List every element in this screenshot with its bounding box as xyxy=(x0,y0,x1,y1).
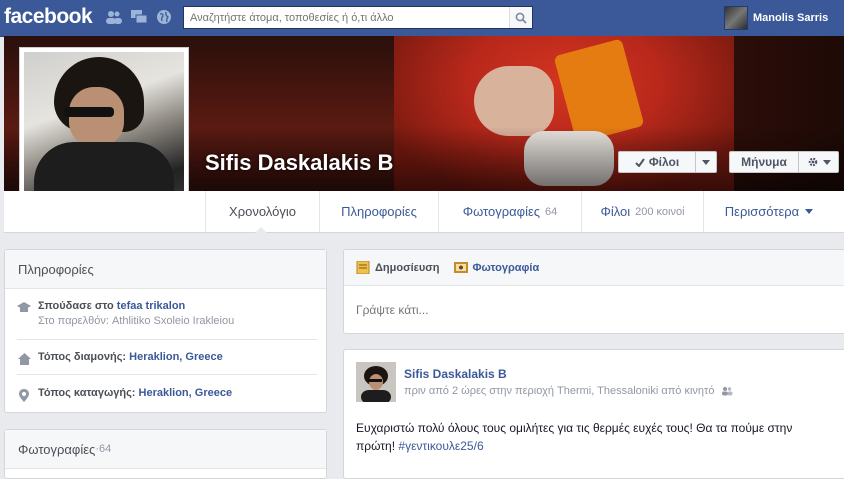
tab-label: Πληροφορίες xyxy=(341,204,417,219)
profile-picture-image xyxy=(24,52,184,211)
messages-icon[interactable] xyxy=(131,9,147,25)
current-city-row: Τόπος διαμονής: Heraklion, Greece xyxy=(17,351,223,366)
about-card: Πληροφορίες Σπούδασε στο tefaa trikalon … xyxy=(4,249,327,413)
profile-picture-shape xyxy=(69,87,124,147)
friends-button-label: Φίλοι xyxy=(648,155,680,169)
user-menu[interactable]: Manolis Sarris xyxy=(724,6,828,30)
current-city-link[interactable]: Heraklion, Greece xyxy=(129,351,223,363)
search-icon xyxy=(515,12,527,24)
tab-label: Περισσότερα xyxy=(724,204,800,219)
friends-button[interactable]: Φίλοι xyxy=(618,151,717,173)
tab-photos[interactable]: Φωτογραφίες 64 xyxy=(438,191,581,232)
post-meta: πριν από 2 ώρες στην περιοχή Thermi, The… xyxy=(404,385,733,397)
current-city-label: Τόπος διαμονής: Heraklion, Greece xyxy=(38,351,223,363)
friends-dropdown-caret[interactable] xyxy=(696,159,716,165)
message-button-group: Μήνυμα xyxy=(729,151,839,173)
photo-icon xyxy=(453,262,468,273)
photos-card: Φωτογραφίες · 64 xyxy=(4,429,327,479)
hometown-row: Τόπος καταγωγής: Heraklion, Greece xyxy=(17,387,232,402)
location-pin-icon xyxy=(17,388,31,402)
post-author-name[interactable]: Sifis Daskalakis B xyxy=(404,367,507,381)
profile-picture-shape xyxy=(64,107,114,117)
settings-dropdown[interactable] xyxy=(799,156,838,168)
user-name[interactable]: Manolis Sarris xyxy=(753,12,828,24)
tab-count: 64 xyxy=(545,205,558,218)
active-tab-pointer xyxy=(254,227,268,234)
profile-nav: Χρονολόγιο Πληροφορίες Φωτογραφίες 64 Φίλ… xyxy=(4,191,844,233)
facebook-logo[interactable]: facebook xyxy=(4,5,93,29)
divider xyxy=(17,374,317,375)
composer-tabs: Δημοσίευση Φωτογραφία xyxy=(344,250,844,286)
tab-label: Φίλοι xyxy=(600,204,631,219)
post-author-avatar-image xyxy=(356,362,396,402)
divider xyxy=(17,339,317,340)
tab-count: 200 κοινοί xyxy=(635,205,685,218)
about-title[interactable]: Πληροφορίες xyxy=(5,250,326,289)
tab-timeline[interactable]: Χρονολόγιο xyxy=(205,191,319,232)
tab-label: Χρονολόγιο xyxy=(229,204,296,219)
hometown-link[interactable]: Heraklion, Greece xyxy=(139,387,233,399)
tab-friends[interactable]: Φίλοι 200 κοινοί xyxy=(581,191,703,232)
hometown-label: Τόπος καταγωγής: Heraklion, Greece xyxy=(38,387,233,399)
education-icon xyxy=(17,301,31,315)
chevron-down-icon xyxy=(702,159,710,165)
chevron-down-icon xyxy=(822,159,831,165)
post-text: Ευχαριστώ πολύ όλους τους ομιλήτες για τ… xyxy=(356,419,826,455)
composer-tab-status[interactable]: Δημοσίευση xyxy=(356,261,440,274)
composer-tab-status-label: Δημοσίευση xyxy=(375,261,440,274)
search-input[interactable] xyxy=(184,7,510,28)
check-icon xyxy=(635,157,645,167)
education-label: Σπούδασε στο tefaa trikalon xyxy=(38,300,186,312)
post-hashtag[interactable]: #γεντικουλε25/6 xyxy=(398,439,483,453)
chevron-down-icon xyxy=(805,209,814,214)
education-link[interactable]: tefaa trikalon xyxy=(117,300,185,312)
education-past: Στο παρελθόν: Athlitiko Sxoleio Irakleio… xyxy=(38,315,235,327)
friend-requests-icon[interactable] xyxy=(106,9,122,25)
profile-name[interactable]: Sifis Daskalakis B xyxy=(205,150,393,176)
photos-card-count: 64 xyxy=(98,443,112,455)
notifications-globe-icon[interactable] xyxy=(156,9,172,25)
post-timestamp[interactable]: πριν από 2 ώρες στην περιοχή Thermi, The… xyxy=(404,385,715,397)
education-row: Σπούδασε στο tefaa trikalon Στο παρελθόν… xyxy=(17,300,234,327)
composer: Δημοσίευση Φωτογραφία xyxy=(343,249,844,334)
message-button[interactable]: Μήνυμα xyxy=(730,155,798,169)
composer-tab-photo-label: Φωτογραφία xyxy=(472,261,540,274)
gear-icon xyxy=(808,157,817,167)
timeline-post: Sifis Daskalakis B πριν από 2 ώρες στην … xyxy=(343,349,844,479)
tab-label: Φωτογραφίες xyxy=(462,204,541,219)
tab-about[interactable]: Πληροφορίες xyxy=(319,191,438,232)
composer-input[interactable] xyxy=(344,287,844,333)
photos-card-header[interactable]: Φωτογραφίες · 64 xyxy=(5,430,326,469)
search-button[interactable] xyxy=(509,7,532,28)
home-icon xyxy=(17,352,31,366)
tab-more[interactable]: Περισσότερα xyxy=(703,191,834,232)
photos-card-title: Φωτογραφίες xyxy=(18,441,96,457)
post-author-avatar[interactable] xyxy=(356,362,396,402)
status-icon xyxy=(356,261,370,274)
top-bar: facebook Manolis Sarris xyxy=(0,0,844,37)
user-avatar[interactable] xyxy=(724,6,748,30)
search-box[interactable] xyxy=(183,6,533,29)
audience-friends-icon[interactable] xyxy=(721,386,733,396)
composer-tab-photo[interactable]: Φωτογραφία xyxy=(453,261,540,274)
